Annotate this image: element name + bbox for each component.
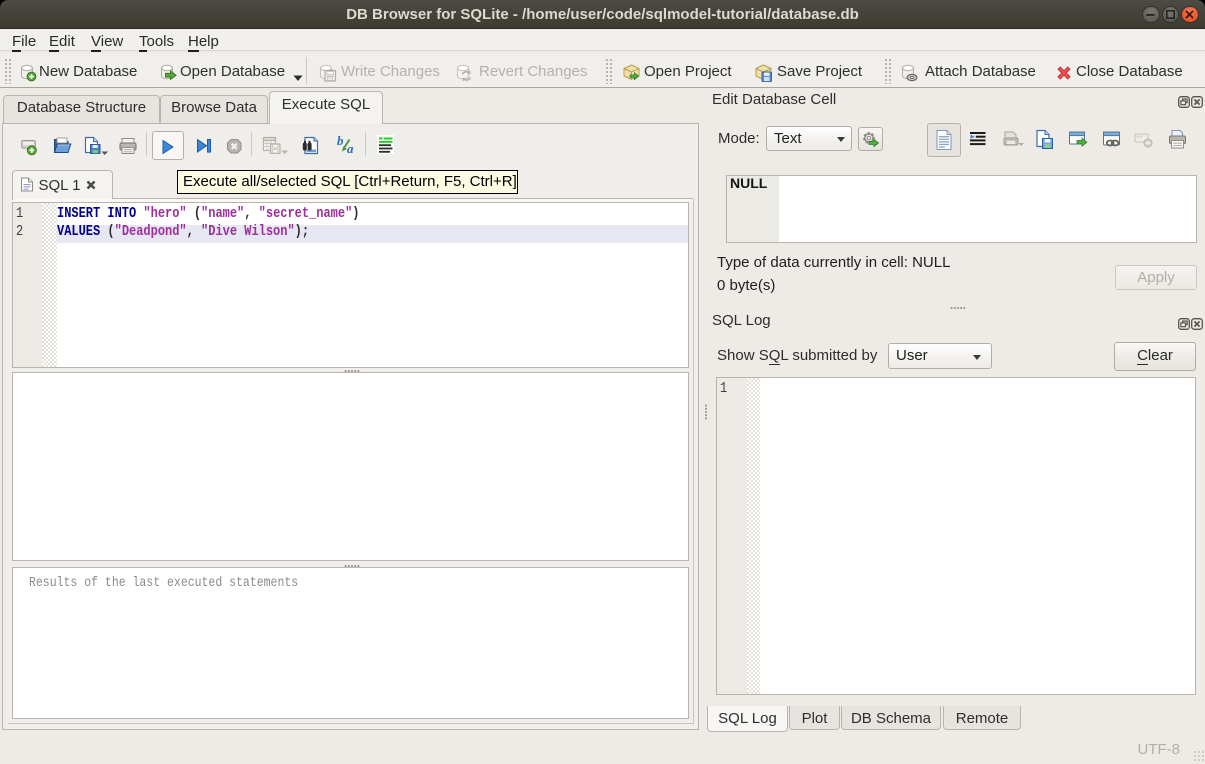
- svg-text:b: b: [337, 135, 344, 148]
